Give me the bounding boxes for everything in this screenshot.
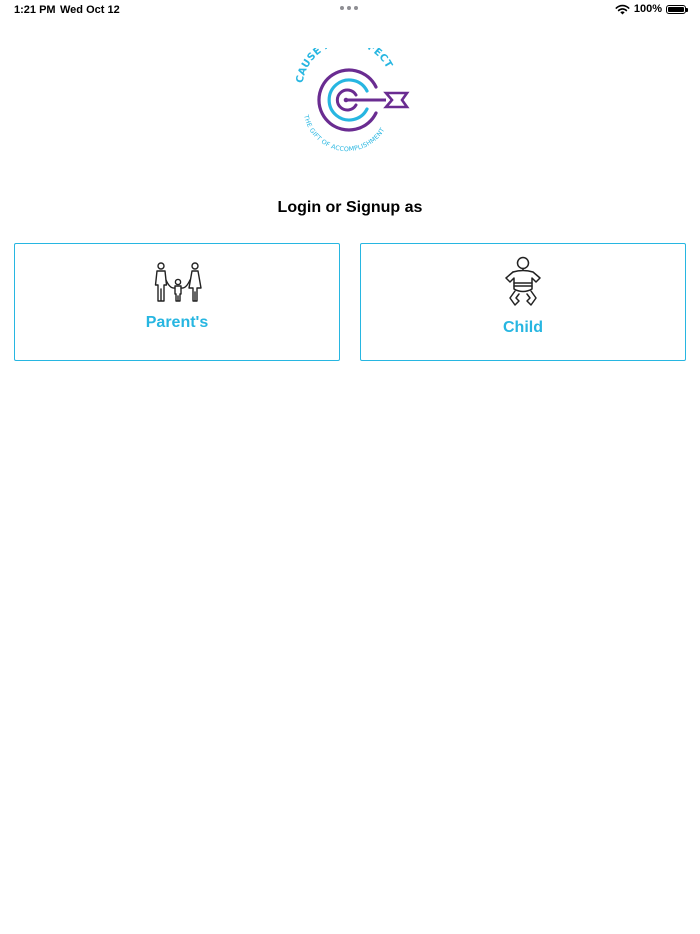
svg-text:CAUSE AND EFFECT: CAUSE AND EFFECT	[295, 48, 395, 84]
battery-icon	[666, 4, 688, 14]
page-title: Login or Signup as	[277, 199, 423, 216]
status-time: 1:21 PM	[14, 4, 56, 16]
parent-option-button[interactable]: Parent's	[14, 243, 340, 361]
baby-icon	[505, 256, 541, 306]
child-option-button[interactable]: Child	[360, 243, 686, 361]
logo-arc-top: CAUSE AND EFFECT	[295, 48, 394, 84]
status-right: 100%	[615, 3, 688, 15]
app-logo: CAUSE AND EFFECT THE GIFT OF ACCOMPLISHM…	[295, 48, 410, 152]
target-icon	[317, 68, 410, 132]
more-dots-icon[interactable]	[340, 6, 358, 10]
battery-percent: 100%	[633, 3, 662, 15]
status-date: Wed Oct 12	[60, 4, 120, 16]
status-bar: 1:21 PM Wed Oct 12 100%	[0, 0, 700, 22]
child-option-label: Child	[503, 319, 543, 336]
wifi-icon	[615, 4, 630, 14]
parent-option-label: Parent's	[145, 314, 209, 331]
family-icon	[154, 262, 202, 302]
